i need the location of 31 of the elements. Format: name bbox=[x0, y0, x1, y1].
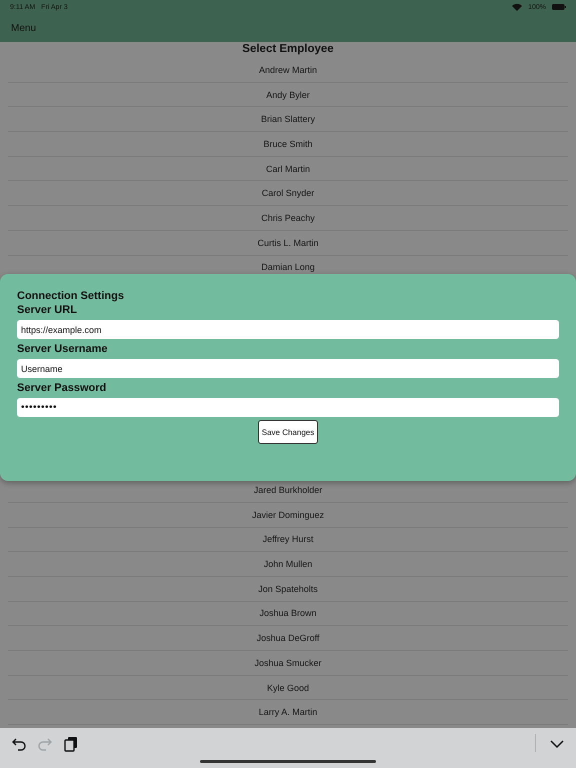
password-field[interactable]: ••••••••• bbox=[17, 398, 559, 418]
employee-row[interactable]: Andy Byler bbox=[8, 82, 568, 108]
employee-row[interactable]: Carl Martin bbox=[8, 156, 568, 182]
wifi-icon bbox=[512, 3, 522, 11]
battery-icon bbox=[552, 4, 566, 10]
field-label: Server URL bbox=[17, 303, 78, 318]
employee-row[interactable]: Jon Spateholts bbox=[8, 576, 568, 602]
employee-row[interactable]: Larry A. Martin bbox=[8, 700, 568, 726]
employee-row[interactable]: Joshua DeGroff bbox=[8, 626, 568, 651]
field-label: Server Password bbox=[17, 381, 108, 396]
field-label: Server Username bbox=[17, 342, 109, 356]
employee-row[interactable]: Joshua Brown bbox=[8, 602, 568, 626]
employee-row[interactable]: Andrew Martin bbox=[8, 58, 568, 83]
employee-row[interactable]: Bruce Smith bbox=[8, 132, 568, 157]
menu-button[interactable]: Menu bbox=[6, 20, 42, 36]
save-button[interactable]: Save Changes bbox=[258, 420, 318, 444]
employee-row[interactable]: Jared Burkholder bbox=[8, 478, 568, 503]
dialog-title: Connection Settings bbox=[17, 289, 125, 304]
employee-row[interactable]: Chris Peachy bbox=[8, 206, 568, 231]
employee-row[interactable]: Curtis L. Martin bbox=[8, 230, 568, 256]
employee-row[interactable]: Brian Slattery bbox=[8, 107, 568, 132]
chevron-down-icon bbox=[550, 739, 564, 749]
employee-row[interactable]: Jeffrey Hurst bbox=[8, 528, 568, 552]
list-title: Select Employee bbox=[241, 42, 335, 57]
text-field[interactable]: Username bbox=[17, 359, 559, 378]
employee-row[interactable]: Javier Dominguez bbox=[8, 502, 568, 528]
employee-row[interactable]: Joshua Smucker bbox=[8, 651, 568, 676]
employee-row[interactable]: Carol Snyder bbox=[8, 181, 568, 206]
employee-row[interactable]: Kyle Good bbox=[8, 676, 568, 700]
text-field[interactable]: https://example.com bbox=[17, 320, 559, 340]
employee-row[interactable]: John Mullen bbox=[8, 552, 568, 577]
